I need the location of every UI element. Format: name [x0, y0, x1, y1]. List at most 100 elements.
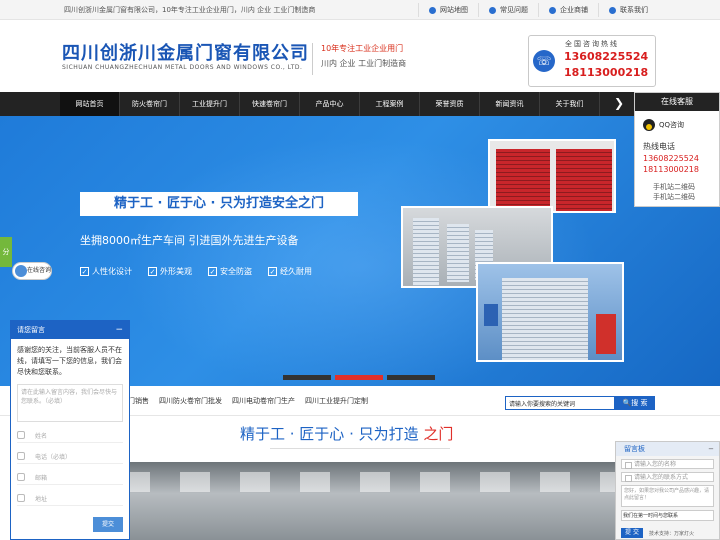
feature-item: ✓ 经久耐用	[268, 266, 312, 277]
nav-item-about[interactable]: 关于我们	[540, 92, 600, 116]
qq-label: QQ咨询	[659, 121, 685, 129]
faq-label: 常见问题	[500, 6, 528, 14]
hot-link[interactable]: 四川防火卷帘门批发	[159, 396, 222, 406]
company-intro: 四川创浙川金属门窗有限公司，10年专注工业企业用门，川内 企业 工业门制造商	[64, 6, 316, 14]
nav-item-news[interactable]: 新闻资讯	[480, 92, 540, 116]
contact-label: 联系我们	[620, 6, 648, 14]
phone-field[interactable]: 电话（必填）	[17, 449, 123, 464]
check-icon: ✓	[208, 267, 217, 276]
slogan-line-1: 10年专注工业企业用门	[321, 44, 404, 53]
nav-item-products[interactable]: 产品中心	[300, 92, 360, 116]
feature-item: ✓ 人性化设计	[80, 266, 132, 277]
bulb-icon	[489, 6, 496, 14]
mail-icon	[17, 473, 25, 481]
hotline-number-2: 18113000218	[564, 66, 649, 79]
message-board: 留言板 − 请输入您的名称 请输入您的联系方式 您好，如果您对我公司产品感兴趣，…	[615, 441, 720, 540]
board-contact-input[interactable]: 请输入您的联系方式	[621, 472, 714, 482]
top-links: 网站地图 常见问题 企业商铺 联系我们	[418, 3, 658, 17]
sitemap-link[interactable]: 网站地图	[418, 3, 478, 17]
nav-item-home[interactable]: 网站首页	[60, 92, 120, 116]
hot-keywords: 门销售 四川防火卷帘门批发 四川电动卷帘门生产 四川工业提升门定制	[128, 396, 378, 406]
board-submit-button[interactable]: 提 交	[621, 528, 643, 538]
minimize-icon[interactable]: −	[115, 321, 123, 339]
contact-link[interactable]: 联系我们	[598, 3, 658, 17]
hot-link[interactable]: 四川工业提升门定制	[305, 396, 368, 406]
message-board-title: 留言板	[624, 445, 645, 453]
message-submit-button[interactable]: 提交	[93, 517, 123, 532]
slider-dot[interactable]	[283, 375, 331, 380]
qq-penguin-icon	[643, 119, 655, 131]
check-icon: ✓	[80, 267, 89, 276]
feature-item: ✓ 安全防盗	[208, 266, 252, 277]
shop-label: 企业商铺	[560, 6, 588, 14]
hotline-number-1: 13608225524	[564, 50, 649, 63]
message-popup-intro: 感谢您的关注，当前客服人员不在线，请填写一下您的信息，我们会尽快和您联系。	[17, 346, 122, 376]
search-button-label: 搜 索	[631, 399, 648, 407]
divider	[270, 448, 450, 449]
section-slogan-highlight: 之门	[423, 425, 454, 443]
logo-english: SICHUAN CHUANGZHECHUAN METAL DOORS AND W…	[62, 64, 303, 71]
banner-subtitle: 坐拥8000㎡生产车间 引进国外先进生产设备	[80, 234, 299, 247]
feature-label: 外形美观	[160, 267, 192, 276]
banner-photo-red-shutters	[488, 139, 616, 213]
board-content-textarea[interactable]: 您好，如果您对我公司产品感兴趣，请点此留言！	[621, 485, 714, 507]
qq-consult-link[interactable]: QQ咨询	[643, 119, 684, 131]
nav-item-honors[interactable]: 荣誉资质	[420, 92, 480, 116]
email-placeholder: 邮箱	[35, 474, 48, 482]
message-popup: 请您留言 − 感谢您的关注，当前客服人员不在线，请填写一下您的信息，我们会尽快和…	[10, 320, 130, 540]
message-textarea[interactable]: 请在此输入留言内容，我们会尽快与您联系。（必填）	[17, 384, 123, 422]
online-service-title: 在线客服	[635, 93, 719, 111]
qr-code-caption: 手机站二维码	[653, 193, 695, 201]
search-icon: 🔍	[622, 399, 632, 407]
email-field[interactable]: 邮箱	[17, 470, 123, 485]
slider-dot-active[interactable]	[335, 375, 383, 380]
check-icon: ✓	[268, 267, 277, 276]
user-icon	[17, 431, 25, 439]
name-placeholder: 姓名	[35, 432, 48, 440]
tech-support-text: 技术支持：万家灯火	[649, 530, 695, 537]
nav-item-cases[interactable]: 工程案例	[360, 92, 420, 116]
faq-link[interactable]: 常见问题	[478, 3, 538, 17]
nav-item-industrial-door[interactable]: 工业提升门	[180, 92, 240, 116]
phone-placeholder: 电话（必填）	[35, 453, 72, 461]
online-chat-badge[interactable]: 在线咨询	[12, 262, 52, 280]
section-slogan: 精于工 · 匠于心 · 只为打造 之门	[240, 423, 453, 444]
feature-item: ✓ 外形美观	[148, 266, 192, 277]
minimize-icon[interactable]: −	[708, 442, 714, 456]
name-field[interactable]: 姓名	[17, 428, 123, 443]
online-service-panel: 在线客服 QQ咨询 热线电话 13608225524 18113000218 手…	[634, 92, 720, 207]
phone-icon	[17, 452, 25, 460]
board-name-input[interactable]: 请输入您的名称	[621, 459, 714, 469]
message-board-header: 留言板 −	[616, 442, 719, 456]
search-input[interactable]	[505, 396, 615, 410]
search-button[interactable]: 🔍搜 索	[615, 396, 655, 410]
hot-link[interactable]: 门销售	[128, 396, 149, 406]
hot-link[interactable]: 四川电动卷帘门生产	[232, 396, 295, 406]
nav-item-rapid-shutter[interactable]: 快速卷帘门	[240, 92, 300, 116]
site-header: 四川创浙川金属门窗有限公司 SICHUAN CHUANGZHECHUAN MET…	[0, 21, 720, 92]
chevron-right-icon[interactable]: ❯	[614, 96, 624, 110]
shop-link[interactable]: 企业商铺	[538, 3, 598, 17]
logo-chinese[interactable]: 四川创浙川金属门窗有限公司	[62, 39, 309, 65]
location-icon	[17, 494, 25, 502]
address-placeholder: 地址	[35, 495, 48, 503]
hotline-label: 热线电话	[643, 142, 675, 151]
feature-label: 经久耐用	[280, 267, 312, 276]
top-bar: 四川创浙川金属门窗有限公司，10年专注工业企业用门，川内 企业 工业门制造商 网…	[0, 0, 720, 20]
shop-icon	[549, 6, 556, 14]
share-side-tab[interactable]: 分	[0, 237, 12, 267]
board-notice: 我们在第一时间与您联系	[621, 510, 714, 521]
avatar	[15, 265, 27, 277]
message-popup-title: 请您留言	[17, 326, 45, 334]
address-field[interactable]: 地址	[17, 491, 123, 506]
slider-dot[interactable]	[387, 375, 435, 380]
header-slogan: 10年专注工业企业用门 川内 企业 工业门制造商	[312, 43, 406, 75]
slider-dots	[283, 375, 439, 380]
sitemap-label: 网站地图	[440, 6, 468, 14]
nav-item-fire-shutter[interactable]: 防火卷帘门	[120, 92, 180, 116]
section-slogan-text: 精于工 · 匠于心 · 只为打造	[240, 425, 419, 443]
banner-title: 精于工 · 匠于心 · 只为打造安全之门	[80, 192, 358, 216]
panel-number-2: 18113000218	[643, 165, 699, 174]
chat-badge-label: 在线咨询	[27, 267, 52, 274]
feature-label: 安全防盗	[220, 267, 252, 276]
